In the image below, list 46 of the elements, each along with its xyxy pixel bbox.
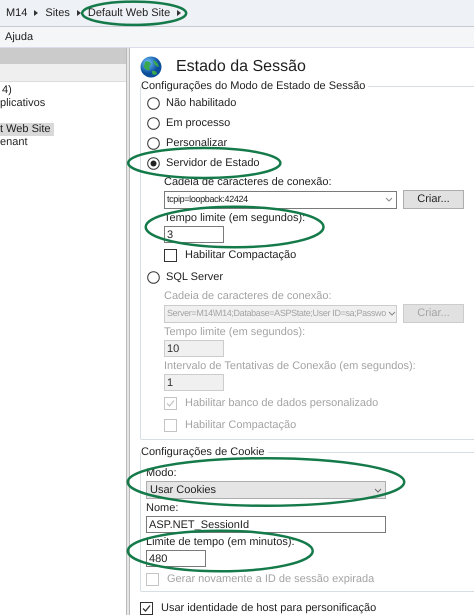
radio-label[interactable]: SQL Server	[166, 268, 226, 286]
combo-box[interactable]: tcpip=loopback:42424	[164, 190, 397, 208]
splitter[interactable]	[126, 48, 130, 615]
checkbox[interactable]	[164, 248, 177, 262]
radio-selected-icon[interactable]	[147, 156, 160, 170]
tree-item[interactable]: enant	[0, 136, 31, 149]
breadcrumb-item[interactable]: M14	[5, 4, 28, 22]
field-label: Nome:	[146, 501, 178, 515]
dropdown[interactable]: Usar Cookies	[146, 481, 386, 499]
checkbox-label: Habilitar Compactação	[185, 248, 296, 263]
tree-item[interactable]: 4)	[0, 84, 15, 97]
radio-label[interactable]: Personalizar	[166, 134, 230, 152]
separator-icon	[34, 10, 38, 16]
field-label: Intervalo de Tentativas de Conexão (em segundos):	[164, 359, 416, 373]
radio-label[interactable]: Não habilitado	[166, 94, 238, 112]
globe-icon	[140, 56, 162, 78]
field-label: Cadeia de caracteres de conexão:	[164, 175, 332, 189]
menu-item[interactable]: Ajuda	[5, 28, 34, 46]
tree-item[interactable]: plicativos	[0, 97, 48, 110]
input-field[interactable]: ASP.NET_SessionId	[146, 516, 386, 533]
input-field[interactable]: 3	[164, 226, 224, 243]
create-button[interactable]: Criar...	[403, 190, 464, 209]
checkbox-checked[interactable]	[140, 602, 153, 614]
checkbox-label: Gerar novamente a ID de sessão expirada	[167, 572, 374, 587]
field-label: Limite de tempo (em minutos):	[146, 535, 295, 549]
checkbox-label: Usar identidade de host para personificação	[161, 600, 376, 615]
input-field[interactable]: 480	[146, 550, 206, 567]
group-title: Configurações do Modo de Estado de Sessão	[141, 80, 368, 93]
field-label: Cadeia de caracteres de conexão:	[164, 289, 332, 303]
caret-icon	[385, 197, 393, 202]
caret-icon	[374, 488, 382, 492]
separator-icon	[177, 10, 182, 16]
radio-icon[interactable]	[147, 270, 160, 284]
radio-icon[interactable]	[147, 136, 160, 150]
separator-icon	[76, 10, 81, 16]
checkbox-label: Habilitar banco de dados personalizado	[185, 396, 378, 411]
tree-item[interactable]: t Web Site	[0, 123, 54, 136]
radio-icon[interactable]	[147, 116, 160, 130]
group-title: Configurações de Cookie	[141, 446, 268, 459]
radio-icon[interactable]	[147, 96, 160, 110]
page-title: Estado da Sessão	[176, 57, 306, 77]
field-label: Tempo limite (em segundos):	[164, 325, 306, 339]
checkbox-label: Habilitar Compactação	[185, 418, 296, 433]
breadcrumb-item[interactable]: Sites	[44, 4, 71, 22]
radio-label[interactable]: Em processo	[166, 114, 232, 132]
caret-icon	[388, 311, 396, 316]
